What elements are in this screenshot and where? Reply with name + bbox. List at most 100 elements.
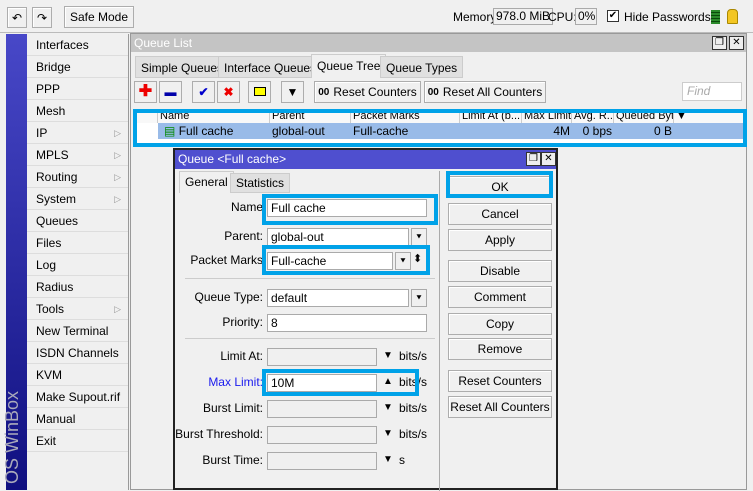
sidebar-item-make-supout-rif[interactable]: Make Supout.rif <box>27 386 128 408</box>
tab-queue-types[interactable]: Queue Types <box>380 56 464 78</box>
brand-text: OS WinBox <box>2 390 22 484</box>
dialog-title: Queue <Full cache> <box>175 150 556 169</box>
expand-down-icon[interactable]: ▼ <box>383 428 393 439</box>
sidebar-item-mpls[interactable]: MPLS ▷ <box>27 144 128 166</box>
column-header-packet-marks[interactable]: Packet Marks <box>351 110 460 123</box>
submenu-arrow-icon: ▷ <box>114 150 121 160</box>
sidebar-item-isdn-channels[interactable]: ISDN Channels <box>27 342 128 364</box>
tab-interface-queues[interactable]: Interface Queues <box>218 56 323 78</box>
submenu-arrow-icon: ▷ <box>114 128 121 138</box>
undo-button[interactable]: ↶ <box>7 7 27 28</box>
expand-down-icon[interactable]: ▼ <box>383 350 393 361</box>
separator <box>185 278 435 279</box>
cancel-button[interactable]: Cancel <box>448 203 552 225</box>
disable-button[interactable]: ✖ <box>217 81 240 103</box>
sidebar-item-radius[interactable]: Radius <box>27 276 128 298</box>
tab-simple-queues[interactable]: Simple Queues <box>135 56 230 78</box>
column-menu-icon[interactable]: ▼ <box>674 110 744 123</box>
sidebar-item-queues[interactable]: Queues <box>27 210 128 232</box>
parent-select[interactable]: global-out <box>267 228 409 246</box>
ok-button[interactable]: OK <box>448 176 552 198</box>
limit-at-input[interactable] <box>267 348 377 366</box>
find-input[interactable]: Find <box>682 82 742 101</box>
comment-button[interactable] <box>248 81 271 103</box>
remove-button[interactable]: Remove <box>448 338 552 360</box>
reset-counters-button[interactable]: 00 Reset Counters <box>314 81 421 103</box>
sidebar-item-mesh[interactable]: Mesh <box>27 100 128 122</box>
tab-statistics[interactable]: Statistics <box>230 173 291 193</box>
column-header-avg-rate[interactable]: Avg. R... <box>572 110 614 123</box>
close-icon[interactable]: ✕ <box>541 152 556 166</box>
priority-input[interactable]: 8 <box>267 314 427 332</box>
burst-limit-input[interactable] <box>267 400 377 418</box>
add-button[interactable]: ✚ <box>134 81 157 103</box>
disable-button[interactable]: Disable <box>448 260 552 282</box>
dropdown-arrow-icon[interactable]: ⯆ <box>395 252 411 270</box>
table-row[interactable]: ▤ Full cache global-out Full-cache 4M 0 … <box>158 123 743 139</box>
redo-icon: ↷ <box>36 10 48 25</box>
column-header-name[interactable]: Name <box>158 110 270 123</box>
restore-icon[interactable]: ❐ <box>712 36 727 50</box>
sidebar-item-manual[interactable]: Manual <box>27 408 128 430</box>
column-header-parent[interactable]: Parent <box>270 110 351 123</box>
column-header-limit-at[interactable]: Limit At (b... <box>460 110 522 123</box>
counter-icon: 00 <box>318 86 330 98</box>
enable-button[interactable]: ✔ <box>192 81 215 103</box>
reset-counters-button[interactable]: Reset Counters <box>448 370 552 392</box>
undo-icon: ↶ <box>11 10 23 25</box>
copy-button[interactable]: Copy <box>448 313 552 335</box>
sidebar-item-files[interactable]: Files <box>27 232 128 254</box>
sidebar-item-ppp[interactable]: PPP <box>27 78 128 100</box>
expand-down-icon[interactable]: ▼ <box>383 402 393 413</box>
filter-button[interactable]: ▼ <box>281 81 304 103</box>
redo-button[interactable]: ↷ <box>32 7 52 28</box>
sidebar-item-log[interactable]: Log <box>27 254 128 276</box>
burst-time-input[interactable] <box>267 452 377 470</box>
name-input[interactable]: Full cache <box>267 199 427 217</box>
sidebar-item-routing[interactable]: Routing ▷ <box>27 166 128 188</box>
sidebar-item-new-terminal[interactable]: New Terminal <box>27 320 128 342</box>
close-icon[interactable]: ✕ <box>729 36 744 50</box>
queue-list-title: Queue List <box>131 34 746 52</box>
expand-up-icon[interactable]: ▲ <box>383 376 393 387</box>
sidebar-item-ip[interactable]: IP ▷ <box>27 122 128 144</box>
packet-marks-select[interactable]: Full-cache <box>267 252 393 270</box>
max-limit-unit: bits/s <box>399 375 428 389</box>
tab-queue-tree[interactable]: Queue Tree <box>311 54 387 78</box>
remove-button[interactable]: ▬ <box>159 81 182 103</box>
x-icon: ✖ <box>223 85 234 99</box>
burst-threshold-label: Burst Threshold: <box>175 427 263 441</box>
apply-button[interactable]: Apply <box>448 229 552 251</box>
sidebar-item-kvm[interactable]: KVM <box>27 364 128 386</box>
queue-icon: ▤ <box>164 124 176 138</box>
sidebar-item-tools[interactable]: Tools ▷ <box>27 298 128 320</box>
divider <box>439 171 440 491</box>
sidebar-item-interfaces[interactable]: Interfaces <box>27 34 128 56</box>
safe-mode-button[interactable]: Safe Mode <box>64 6 134 28</box>
queue-type-label: Queue Type: <box>194 290 264 304</box>
cpu-value: 0% <box>575 8 597 25</box>
tab-general[interactable]: General <box>179 171 234 193</box>
queue-dialog: Queue <Full cache> ❐ ✕ General Statistic… <box>173 148 558 491</box>
expand-down-icon[interactable]: ▼ <box>383 454 393 465</box>
dropdown-arrow-icon[interactable]: ⯆ <box>411 289 427 307</box>
hide-passwords-checkbox[interactable]: ✔ <box>607 10 619 22</box>
burst-threshold-input[interactable] <box>267 426 377 444</box>
up-down-icon[interactable]: ⬍ <box>413 252 422 265</box>
restore-icon[interactable]: ❐ <box>526 152 541 166</box>
column-header-max-limit[interactable]: Max Limit ... <box>522 110 572 123</box>
sidebar-item-exit[interactable]: Exit <box>27 430 128 452</box>
sidebar-item-system[interactable]: System ▷ <box>27 188 128 210</box>
comment-button[interactable]: Comment <box>448 286 552 308</box>
queue-type-select[interactable]: default <box>267 289 409 307</box>
reset-all-counters-button[interactable]: 00 Reset All Counters <box>424 81 546 103</box>
submenu-arrow-icon: ▷ <box>114 194 121 204</box>
sidebar-item-bridge[interactable]: Bridge <box>27 56 128 78</box>
column-header-queued-bytes[interactable]: Queued Bytes <box>614 110 674 123</box>
sidebar-item-label: Mesh <box>36 104 66 118</box>
reset-all-counters-button[interactable]: Reset All Counters <box>448 396 552 418</box>
dropdown-arrow-icon[interactable]: ⯆ <box>411 228 427 246</box>
priority-label: Priority: <box>222 315 263 329</box>
max-limit-input[interactable]: 10M <box>267 374 377 392</box>
sidebar-item-label: Bridge <box>36 60 71 74</box>
